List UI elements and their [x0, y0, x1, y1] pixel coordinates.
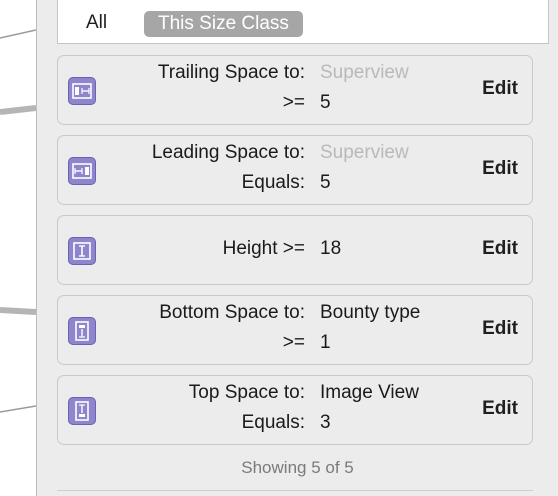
segment-all[interactable]: All	[86, 12, 107, 34]
edit-button[interactable]: Edit	[482, 78, 518, 100]
constraint-label: Leading Space to:	[151, 142, 305, 163]
constraint-relation: >=	[282, 332, 305, 353]
constraint-target: Superview	[320, 62, 409, 83]
constraint-label: Top Space to:	[188, 382, 305, 403]
constraint-target: Bounty type	[320, 302, 421, 323]
constraint-count-label: Showing 5 of 5	[241, 458, 354, 477]
constraint-target: Superview	[320, 142, 409, 163]
constraint-row-height[interactable]: Height >= 18 Edit	[57, 215, 533, 285]
segment-this-size-class[interactable]: This Size Class	[144, 11, 303, 37]
size-inspector-panel: All This Size Class Trailing Space to: S…	[37, 0, 558, 496]
constraint-row-bottom-space[interactable]: Bottom Space to: Bounty type >= 1 Edit	[57, 295, 533, 365]
constraint-target: Image View	[320, 382, 419, 403]
bottom-space-icon	[68, 317, 96, 345]
edit-button[interactable]: Edit	[482, 398, 518, 420]
constraint-constant: 5	[320, 92, 331, 113]
constraint-constant: 3	[320, 412, 331, 433]
canvas-lines	[0, 29, 36, 413]
trailing-space-icon	[68, 77, 96, 105]
constraint-constant: 18	[320, 238, 342, 259]
height-icon	[68, 237, 96, 265]
constraint-row-leading[interactable]: Leading Space to: Superview Equals: 5 Ed…	[57, 135, 533, 205]
edit-button[interactable]: Edit	[482, 238, 518, 260]
divider	[57, 490, 533, 491]
storyboard-canvas[interactable]	[0, 0, 37, 496]
edit-button[interactable]: Edit	[482, 318, 518, 340]
top-space-icon	[68, 397, 96, 425]
constraint-label: Trailing Space to:	[157, 62, 305, 83]
constraint-relation: Equals:	[241, 172, 305, 193]
constraint-relation: Equals:	[241, 412, 305, 433]
constraint-row-trailing[interactable]: Trailing Space to: Superview >= 5 Edit	[57, 55, 533, 125]
constraint-constant: 1	[320, 332, 331, 353]
edit-button[interactable]: Edit	[482, 158, 518, 180]
constraint-constant: 5	[320, 172, 331, 193]
constraint-row-top-space[interactable]: Top Space to: Image View Equals: 3 Edit	[57, 375, 533, 445]
constraint-label: Bottom Space to:	[159, 302, 305, 323]
constraint-label: Height >=	[222, 238, 305, 259]
constraint-relation: >=	[282, 92, 305, 113]
leading-space-icon	[68, 157, 96, 185]
size-class-segmented-control: All This Size Class	[57, 0, 549, 44]
